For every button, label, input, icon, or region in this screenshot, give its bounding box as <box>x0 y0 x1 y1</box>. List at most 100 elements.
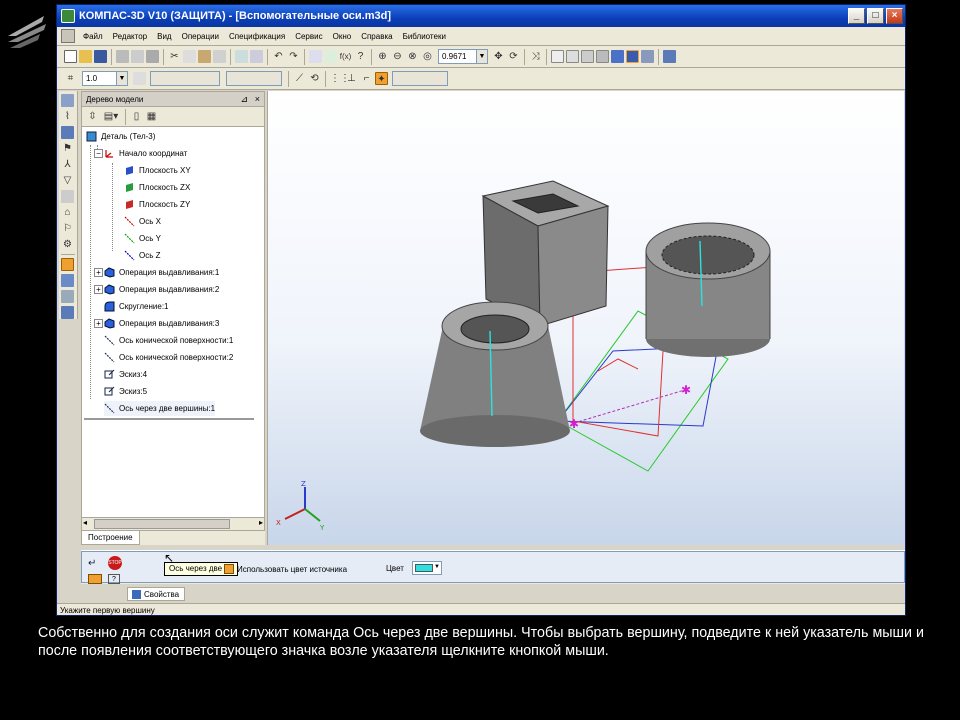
tree-view-icon[interactable]: ▯ <box>130 110 143 123</box>
new-file-icon[interactable] <box>64 50 77 63</box>
auto-create-icon[interactable] <box>88 574 102 584</box>
stop-icon[interactable]: STOP <box>108 556 122 570</box>
list-item[interactable]: Ось Z <box>124 248 161 263</box>
list-item[interactable]: Ось Y <box>124 231 161 246</box>
save-icon[interactable] <box>94 50 107 63</box>
redo-icon[interactable]: ↷ <box>287 50 300 63</box>
document-menu-icon[interactable] <box>61 29 75 43</box>
chevron-down-icon[interactable]: ▼ <box>434 564 440 570</box>
tab-properties[interactable]: Свойства <box>127 587 186 601</box>
pan-icon[interactable]: ✥ <box>492 50 505 63</box>
layer-icon[interactable] <box>133 72 146 85</box>
step-combo[interactable]: 1.0 ▼ <box>82 71 128 86</box>
paste-icon[interactable] <box>198 50 211 63</box>
collapse-icon[interactable]: − <box>94 149 103 158</box>
ortho-icon[interactable]: ⌐ <box>360 72 373 85</box>
shaded-icon[interactable] <box>611 50 624 63</box>
zoom-all-icon[interactable]: ◎ <box>421 50 434 63</box>
menu-help[interactable]: Справка <box>356 32 397 41</box>
menu-window[interactable]: Окно <box>328 32 357 41</box>
close-icon[interactable]: × <box>255 92 260 107</box>
perspective-icon[interactable] <box>641 50 654 63</box>
tree-structure-icon[interactable]: ▤▾ <box>101 110 121 123</box>
maximize-button[interactable]: □ <box>867 8 884 24</box>
chevron-down-icon[interactable]: ▼ <box>116 72 127 85</box>
zoom-out-icon[interactable]: ⊖ <box>391 50 404 63</box>
expand-icon[interactable]: + <box>94 319 103 328</box>
surfaces-icon[interactable]: ⚑ <box>61 142 74 155</box>
control-points-icon[interactable] <box>61 306 74 319</box>
pin-icon[interactable]: ⊿ <box>240 92 248 107</box>
zoom-frame-icon[interactable]: ⊗ <box>406 50 419 63</box>
sketch-icon[interactable]: ⌇ <box>61 110 74 123</box>
aux-geometry-icon[interactable]: ▽ <box>61 174 74 187</box>
spec-icon[interactable]: ⚐ <box>61 222 74 235</box>
library-icon[interactable] <box>324 50 337 63</box>
menu-operations[interactable]: Операции <box>177 32 224 41</box>
scroll-left-icon[interactable]: ◂ <box>83 518 87 527</box>
orientation-icon[interactable]: ⤨ <box>529 50 542 63</box>
planes-icon[interactable] <box>61 274 74 287</box>
open-file-icon[interactable] <box>79 50 92 63</box>
expand-icon[interactable]: + <box>94 285 103 294</box>
list-item[interactable]: Эскиз:4 <box>104 367 147 382</box>
print-icon[interactable] <box>116 50 129 63</box>
style-combo[interactable] <box>150 71 220 86</box>
list-item[interactable]: Скругление:1 <box>104 299 169 314</box>
grid-icon[interactable]: ⋮⋮ <box>330 72 350 85</box>
list-item[interactable]: Плоскость ZY <box>124 197 190 212</box>
model-scene[interactable]: ✱ ✱ Z X Y <box>268 91 905 545</box>
color-select[interactable]: ▼ <box>412 561 442 575</box>
scroll-thumb[interactable] <box>94 519 230 529</box>
tab-construction[interactable]: Построение <box>81 531 140 545</box>
list-item[interactable]: − Начало координат <box>94 146 187 161</box>
help-pointer-icon[interactable]: ? <box>354 50 367 63</box>
menu-view[interactable]: Вид <box>152 32 176 41</box>
link-icon[interactable]: ⟲ <box>308 72 321 85</box>
menu-libraries[interactable]: Библиотеки <box>398 32 451 41</box>
minimize-button[interactable]: _ <box>848 8 865 24</box>
zoom-in-icon[interactable]: ⊕ <box>376 50 389 63</box>
list-item[interactable]: Ось X <box>124 214 161 229</box>
list-item[interactable]: + Операция выдавливания:1 <box>94 265 219 280</box>
menu-file[interactable]: Файл <box>78 32 108 41</box>
copy-icon[interactable] <box>183 50 196 63</box>
arrays-icon[interactable]: ⅄ <box>61 158 74 171</box>
back-arrow-icon[interactable]: ↵ <box>88 558 96 569</box>
shaded-edges-icon[interactable] <box>626 50 639 63</box>
list-item[interactable]: Деталь (Тел-3) <box>86 129 155 144</box>
list-item[interactable]: + Операция выдавливания:2 <box>94 282 219 297</box>
tree-sort-icon[interactable]: ⇳ <box>86 110 99 123</box>
variables-icon[interactable] <box>309 50 322 63</box>
list-item[interactable]: Ось конической поверхности:2 <box>104 350 233 365</box>
no-hidden-icon[interactable] <box>596 50 609 63</box>
layer-combo[interactable] <box>226 71 282 86</box>
help-icon[interactable]: ? <box>108 574 120 584</box>
undo-icon[interactable]: ↶ <box>272 50 285 63</box>
chevron-down-icon[interactable]: ▼ <box>476 50 487 63</box>
menu-specification[interactable]: Спецификация <box>224 32 290 41</box>
close-button[interactable]: × <box>886 8 903 24</box>
aux-axis-icon[interactable] <box>61 258 74 271</box>
curves-icon[interactable] <box>61 126 74 139</box>
manager-icon[interactable] <box>250 50 263 63</box>
thin-lines-icon[interactable] <box>581 50 594 63</box>
wireframe-icon[interactable] <box>551 50 564 63</box>
section-icon[interactable] <box>663 50 676 63</box>
cs-icon[interactable] <box>61 290 74 303</box>
tree-list-icon[interactable]: ▦ <box>145 110 158 123</box>
model-viewport[interactable]: ✱ ✱ Z X Y <box>267 91 904 545</box>
rotate-icon[interactable]: ⟳ <box>507 50 520 63</box>
edit-details-icon[interactable] <box>61 94 74 107</box>
list-item[interactable]: Ось конической поверхности:1 <box>104 333 233 348</box>
filters-icon[interactable]: ⌂ <box>61 206 74 219</box>
list-item[interactable]: + Операция выдавливания:3 <box>94 316 219 331</box>
list-item[interactable]: Плоскость XY <box>124 163 191 178</box>
fx-icon[interactable]: f(x) <box>339 50 352 63</box>
tree-horizontal-scrollbar[interactable]: ◂ ▸ <box>82 517 264 530</box>
list-item[interactable]: Эскиз:5 <box>104 384 147 399</box>
properties-icon[interactable] <box>235 50 248 63</box>
cut-icon[interactable]: ✂ <box>168 50 181 63</box>
print-setup-icon[interactable] <box>146 50 159 63</box>
checkbox-box[interactable] <box>224 564 234 574</box>
